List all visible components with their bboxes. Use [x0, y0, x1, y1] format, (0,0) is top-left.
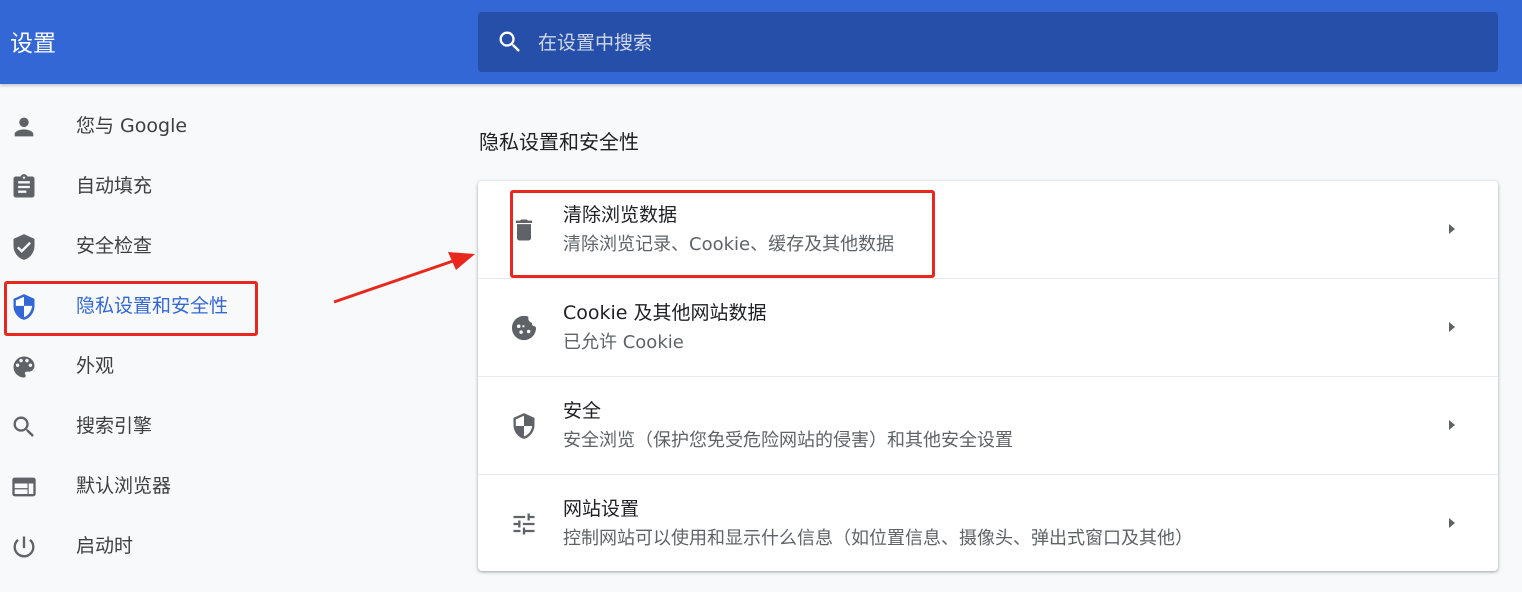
sidebar-item-default-browser[interactable]: 默认浏览器: [0, 456, 300, 516]
sidebar-item-label: 启动时: [76, 535, 134, 557]
cookies-row[interactable]: Cookie 及其他网站数据 已允许 Cookie: [478, 278, 1498, 376]
row-title: Cookie 及其他网站数据: [563, 302, 767, 324]
sidebar-item-you-and-google[interactable]: 您与 Google: [0, 96, 300, 156]
sidebar-item-on-startup[interactable]: 启动时: [0, 516, 300, 576]
site-settings-row[interactable]: 网站设置 控制网站可以使用和显示什么信息（如位置信息、摄像头、弹出式窗口及其他）: [478, 474, 1498, 572]
row-subtitle: 安全浏览（保护您免受危险网站的侵害）和其他安全设置: [563, 430, 1013, 451]
chevron-right-icon: [1449, 322, 1455, 332]
sidebar-item-label: 您与 Google: [76, 115, 188, 137]
chevron-right-icon: [1449, 518, 1455, 528]
top-bar: 设置: [0, 0, 1522, 84]
sidebar-item-label: 外观: [76, 355, 115, 377]
annotation-highlight-clear-data: [510, 190, 935, 278]
browser-icon: [12, 477, 36, 497]
sidebar-item-autofill[interactable]: 自动填充: [0, 156, 300, 216]
annotation-highlight-sidebar: [4, 281, 258, 336]
tune-icon: [513, 513, 535, 535]
sidebar-item-search-engine[interactable]: 搜索引擎: [0, 396, 300, 456]
sidebar-item-safety-check[interactable]: 安全检查: [0, 216, 300, 276]
security-shield-icon: [513, 413, 535, 439]
search-icon: [13, 416, 34, 437]
shield-check-icon: [13, 234, 35, 260]
row-subtitle: 已允许 Cookie: [563, 332, 684, 353]
sidebar-item-appearance[interactable]: 外观: [0, 336, 300, 396]
search-icon: [499, 31, 520, 52]
palette-icon: [13, 356, 35, 378]
search-box[interactable]: [478, 12, 1498, 72]
clipboard-icon: [13, 174, 35, 198]
row-title: 安全: [563, 400, 602, 422]
section-title: 隐私设置和安全性: [479, 130, 639, 154]
security-row[interactable]: 安全 安全浏览（保护您免受危险网站的侵害）和其他安全设置: [478, 376, 1498, 474]
sidebar-item-label: 自动填充: [76, 175, 153, 197]
sidebar-item-label: 搜索引擎: [76, 415, 153, 437]
row-subtitle: 控制网站可以使用和显示什么信息（如位置信息、摄像头、弹出式窗口及其他）: [563, 528, 1193, 549]
search-input[interactable]: [536, 24, 1480, 62]
chevron-right-icon: [1449, 420, 1455, 430]
annotation-arrow: [333, 252, 475, 304]
person-icon: [14, 117, 34, 137]
page-title: 设置: [10, 31, 56, 57]
power-icon: [13, 536, 35, 558]
sidebar-item-label: 安全检查: [76, 235, 153, 257]
sidebar-item-label: 默认浏览器: [76, 475, 172, 497]
row-title: 网站设置: [563, 498, 640, 520]
cookie-icon: [511, 315, 537, 341]
chevron-right-icon: [1449, 224, 1455, 234]
